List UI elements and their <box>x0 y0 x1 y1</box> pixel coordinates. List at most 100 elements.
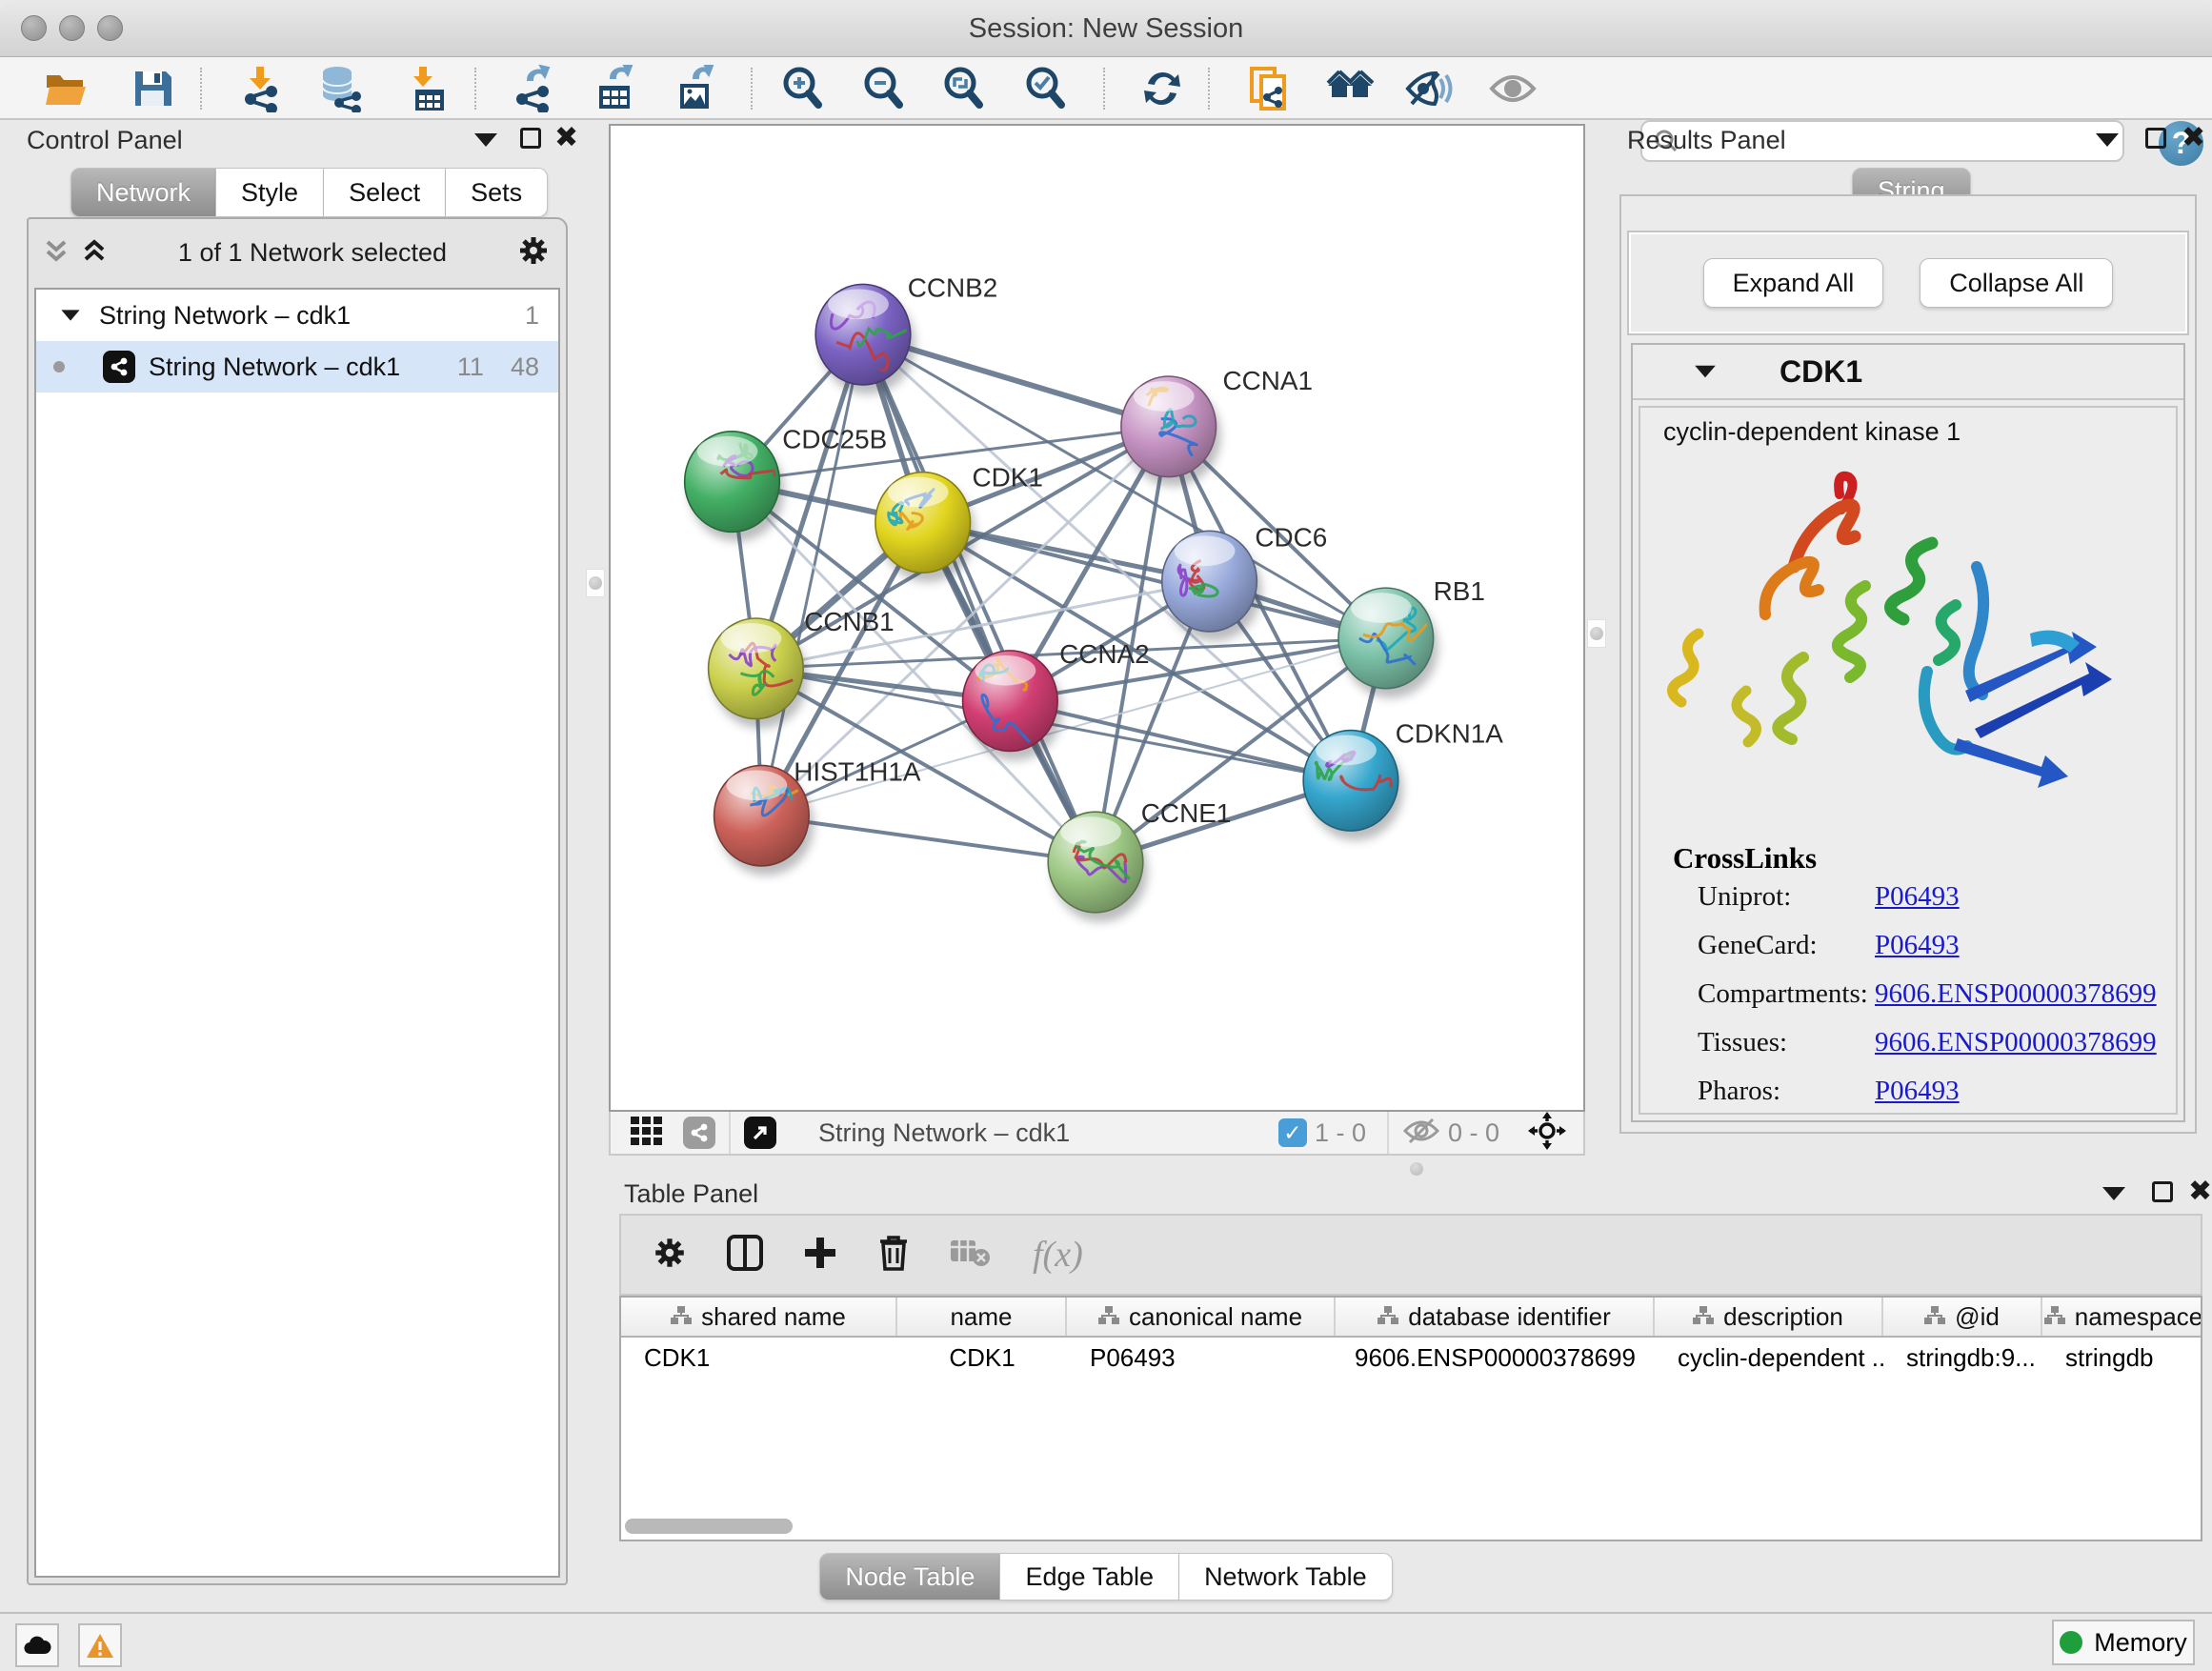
houses-icon[interactable] <box>1324 66 1377 111</box>
tab-node-table[interactable]: Node Table <box>819 1553 1000 1601</box>
panel-menu-icon[interactable] <box>2102 1187 2125 1200</box>
gene-section-header[interactable]: CDK1 <box>1633 345 2183 400</box>
export-table-icon[interactable] <box>588 66 641 111</box>
table-cell[interactable]: cyclin-dependent ... <box>1655 1338 1883 1378</box>
node-label: CDK1 <box>973 463 1043 493</box>
table-cell[interactable]: stringdb:9... <box>1883 1338 2042 1378</box>
collection-count: 1 <box>525 301 539 331</box>
scrollbar-thumb[interactable] <box>625 1519 793 1534</box>
right-splitter-handle[interactable] <box>1587 619 1606 648</box>
export-image-icon[interactable] <box>669 66 722 111</box>
float-panel-icon[interactable] <box>2152 1181 2173 1202</box>
cloud-button[interactable] <box>15 1623 59 1667</box>
collapse-all-button[interactable]: Collapse All <box>1920 258 2113 308</box>
float-panel-icon[interactable] <box>2145 128 2166 149</box>
selected-nodes-checkbox[interactable]: ✓ <box>1278 1118 1307 1147</box>
expand-all-button[interactable]: Expand All <box>1703 258 1884 308</box>
expand-all-icon[interactable] <box>80 236 109 270</box>
network-node-CCNA1[interactable]: CCNA1 <box>1121 366 1313 487</box>
table-cell[interactable]: 9606.ENSP00000378699 <box>1336 1338 1655 1378</box>
table-cell[interactable]: CDK1 <box>897 1338 1067 1378</box>
float-panel-icon[interactable] <box>520 128 541 149</box>
network-node-CCNE1[interactable]: CCNE1 <box>1048 798 1231 922</box>
crosslink-link[interactable]: P06493 <box>1875 881 1960 913</box>
network-node-CDC6[interactable]: CDC6 <box>1162 522 1328 641</box>
tab-style[interactable]: Style <box>216 168 324 217</box>
show-columns-icon[interactable] <box>726 1234 764 1277</box>
bottom-splitter-handle[interactable] <box>1402 1160 1431 1178</box>
panel-menu-icon[interactable] <box>2096 133 2119 147</box>
memory-button[interactable]: Memory <box>2052 1620 2195 1665</box>
network-node-CDK1[interactable]: CDK1 <box>875 463 1043 583</box>
column-header-@id[interactable]: @id <box>1883 1298 2042 1336</box>
crosslink-label: Tissues: <box>1698 1027 1875 1058</box>
tab-sets[interactable]: Sets <box>446 168 548 217</box>
crosslink-link[interactable]: P06493 <box>1875 1076 1960 1107</box>
import-table-icon[interactable] <box>400 66 453 111</box>
column-header-description[interactable]: description <box>1655 1298 1883 1336</box>
crosslink-link[interactable]: P06493 <box>1875 930 1960 961</box>
network-node-CDKN1A[interactable]: CDKN1A <box>1303 718 1503 840</box>
left-splitter-handle[interactable] <box>586 569 605 597</box>
table-row[interactable]: CDK1CDK1P064939606.ENSP00000378699cyclin… <box>621 1338 2201 1378</box>
zoom-fit-icon[interactable] <box>937 66 991 111</box>
column-header-namespace[interactable]: namespace <box>2042 1298 2202 1336</box>
network-node-HIST1H1A[interactable]: HIST1H1A <box>714 756 921 876</box>
column-header-canonical-name[interactable]: canonical name <box>1067 1298 1336 1336</box>
table-cell[interactable]: CDK1 <box>621 1338 897 1378</box>
save-session-icon[interactable] <box>126 66 179 111</box>
export-network-icon[interactable] <box>507 66 560 111</box>
import-network-file-icon[interactable] <box>233 66 287 111</box>
panel-menu-icon[interactable] <box>474 133 497 147</box>
birds-eye-icon[interactable] <box>1528 1112 1566 1155</box>
apply-layout-icon[interactable] <box>1136 66 1189 111</box>
column-header-name[interactable]: name <box>897 1298 1067 1336</box>
node-label: HIST1H1A <box>794 756 921 786</box>
tab-network[interactable]: Network <box>70 168 216 217</box>
network-share-icon[interactable] <box>683 1117 715 1149</box>
open-folder-icon[interactable] <box>40 66 93 111</box>
delete-table-icon[interactable] <box>949 1237 991 1274</box>
function-builder-icon[interactable]: f(x) <box>1033 1234 1083 1276</box>
collapse-section-icon[interactable] <box>1695 366 1716 378</box>
gear-icon[interactable] <box>516 233 551 272</box>
zoom-selected-icon[interactable] <box>1019 66 1073 111</box>
show-hidden-eye-icon[interactable] <box>1486 66 1539 111</box>
network-collection-row[interactable]: String Network – cdk1 1 <box>36 290 558 341</box>
tab-network-table[interactable]: Network Table <box>1179 1553 1393 1601</box>
shared-column-icon <box>1924 1302 1945 1332</box>
crosslink-row: Compartments:9606.ENSP00000378699 <box>1698 978 2176 1010</box>
network-row[interactable]: String Network – cdk1 11 48 <box>36 341 558 393</box>
tree-expand-icon[interactable] <box>61 310 79 320</box>
network-canvas[interactable]: CCNB2CCNA1CDC25BCDK1CDC6RB1CCNB1CCNA2CDK… <box>609 124 1585 1112</box>
edge-count: 48 <box>511 352 539 382</box>
hide-selected-eye-icon[interactable] <box>1402 66 1456 111</box>
network-node-RB1[interactable]: RB1 <box>1338 576 1485 698</box>
open-in-window-icon[interactable] <box>744 1117 776 1149</box>
horizontal-scrollbar[interactable] <box>625 1519 2197 1536</box>
crosslink-link[interactable]: 9606.ENSP00000378699 <box>1875 1027 2157 1058</box>
hidden-eye-icon[interactable] <box>1402 1117 1440 1150</box>
zoom-in-icon[interactable] <box>776 66 830 111</box>
create-column-icon[interactable] <box>802 1235 838 1276</box>
import-network-database-icon[interactable] <box>313 66 367 111</box>
table-cell[interactable]: P06493 <box>1067 1338 1336 1378</box>
crosslink-link[interactable]: 9606.ENSP00000378699 <box>1875 978 2157 1010</box>
clone-network-icon[interactable] <box>1243 66 1297 111</box>
table-cell[interactable]: stringdb <box>2042 1338 2202 1378</box>
warnings-button[interactable] <box>78 1623 122 1667</box>
close-panel-icon[interactable]: ✖ <box>2182 128 2205 149</box>
close-panel-icon[interactable]: ✖ <box>554 128 578 149</box>
column-header-database-identifier[interactable]: database identifier <box>1336 1298 1655 1336</box>
collapse-all-icon[interactable] <box>42 236 70 270</box>
column-header-shared-name[interactable]: shared name <box>621 1298 897 1336</box>
network-graph[interactable]: CCNB2CCNA1CDC25BCDK1CDC6RB1CCNB1CCNA2CDK… <box>611 126 1583 1110</box>
tab-select[interactable]: Select <box>324 168 446 217</box>
grid-view-icon[interactable] <box>630 1115 664 1152</box>
table-settings-gear-icon[interactable] <box>652 1235 688 1276</box>
close-panel-icon[interactable]: ✖ <box>2188 1181 2212 1202</box>
tab-edge-table[interactable]: Edge Table <box>1000 1553 1179 1601</box>
delete-column-trash-icon[interactable] <box>876 1234 911 1277</box>
zoom-out-icon[interactable] <box>857 66 911 111</box>
gene-description: cyclin-dependent kinase 1 <box>1663 417 2176 447</box>
